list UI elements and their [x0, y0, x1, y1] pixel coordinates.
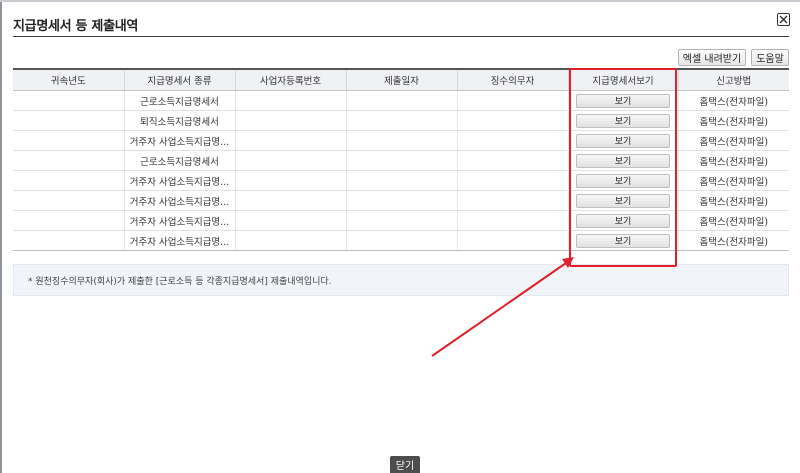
- cell-payer: [456, 130, 568, 151]
- column-header-type: 지급명세서 종류: [123, 68, 235, 91]
- cell-type: 근로소득지급명세서: [123, 90, 235, 111]
- cell-view: 보기: [567, 110, 678, 131]
- cell-view: 보기: [567, 150, 678, 171]
- cell-method: 홈택스(전자파일): [677, 110, 789, 131]
- cell-year: [13, 150, 124, 171]
- window-frame-left: [0, 0, 2, 473]
- close-x-glyph: [779, 15, 788, 24]
- table-row: 퇴직소득지급명세서 보기 홈택스(전자파일): [13, 110, 789, 131]
- cell-method: 홈택스(전자파일): [677, 130, 789, 151]
- view-button[interactable]: 보기: [576, 193, 670, 208]
- submission-table: 귀속년도 지급명세서 종류 사업자등록번호 제출일자 징수의무자 지급명세서보기…: [13, 68, 789, 251]
- view-button[interactable]: 보기: [576, 213, 670, 228]
- notice-text: * 원천징수의무자(회사)가 제출한 [근로소득 등 각종지급명세서] 제출내역…: [28, 276, 332, 287]
- cell-date: [345, 110, 457, 131]
- cell-date: [345, 190, 457, 211]
- dialog-title: 지급명세서 등 제출내역: [13, 19, 139, 34]
- cell-view: 보기: [567, 170, 678, 191]
- cell-payer: [456, 230, 568, 251]
- cell-bizno: [234, 130, 346, 151]
- view-button[interactable]: 보기: [576, 93, 670, 108]
- column-header-bizno: 사업자등록번호: [234, 68, 346, 91]
- column-header-year: 귀속년도: [13, 68, 124, 91]
- cell-payer: [456, 150, 568, 171]
- cell-bizno: [234, 150, 346, 171]
- table-row: 근로소득지급명세서 보기 홈택스(전자파일): [13, 90, 789, 111]
- close-button[interactable]: 닫기: [390, 456, 420, 473]
- table-row: 근로소득지급명세서 보기 홈택스(전자파일): [13, 150, 789, 171]
- cell-view: 보기: [567, 90, 678, 111]
- cell-type: 근로소득지급명세서: [123, 150, 235, 171]
- cell-view: 보기: [567, 210, 678, 231]
- view-button[interactable]: 보기: [576, 113, 670, 128]
- excel-download-button[interactable]: 엑셀 내려받기: [678, 49, 746, 66]
- table-row: 거주자 사업소득지급명... 보기 홈택스(전자파일): [13, 230, 789, 251]
- cell-method: 홈택스(전자파일): [677, 90, 789, 111]
- cell-bizno: [234, 90, 346, 111]
- cell-method: 홈택스(전자파일): [677, 150, 789, 171]
- cell-bizno: [234, 230, 346, 251]
- column-header-view: 지급명세서보기: [567, 68, 678, 91]
- title-divider: [13, 36, 789, 37]
- view-button[interactable]: 보기: [576, 153, 670, 168]
- cell-view: 보기: [567, 190, 678, 211]
- cell-method: 홈택스(전자파일): [677, 230, 789, 251]
- cell-payer: [456, 210, 568, 231]
- cell-date: [345, 170, 457, 191]
- view-button[interactable]: 보기: [576, 133, 670, 148]
- cell-year: [13, 190, 124, 211]
- cell-view: 보기: [567, 230, 678, 251]
- cell-method: 홈택스(전자파일): [677, 210, 789, 231]
- view-button[interactable]: 보기: [576, 173, 670, 188]
- cell-date: [345, 130, 457, 151]
- table-header-row: 귀속년도 지급명세서 종류 사업자등록번호 제출일자 징수의무자 지급명세서보기…: [13, 68, 789, 91]
- table-row: 거주자 사업소득지급명... 보기 홈택스(전자파일): [13, 130, 789, 151]
- close-icon[interactable]: [777, 13, 790, 26]
- cell-type: 거주자 사업소득지급명...: [123, 190, 235, 211]
- cell-type: 퇴직소득지급명세서: [123, 110, 235, 131]
- table-row: 거주자 사업소득지급명... 보기 홈택스(전자파일): [13, 190, 789, 211]
- cell-date: [345, 230, 457, 251]
- cell-bizno: [234, 190, 346, 211]
- cell-year: [13, 130, 124, 151]
- cell-year: [13, 210, 124, 231]
- cell-date: [345, 210, 457, 231]
- table-row: 거주자 사업소득지급명... 보기 홈택스(전자파일): [13, 170, 789, 191]
- cell-payer: [456, 190, 568, 211]
- cell-type: 거주자 사업소득지급명...: [123, 130, 235, 151]
- cell-bizno: [234, 110, 346, 131]
- help-button[interactable]: 도움말: [751, 49, 789, 66]
- cell-year: [13, 170, 124, 191]
- notice-box: * 원천징수의무자(회사)가 제출한 [근로소득 등 각종지급명세서] 제출내역…: [13, 264, 789, 296]
- cell-payer: [456, 170, 568, 191]
- cell-year: [13, 110, 124, 131]
- column-header-payer: 징수의무자: [456, 68, 568, 91]
- cell-payer: [456, 90, 568, 111]
- window-frame-top: [0, 0, 800, 2]
- view-button[interactable]: 보기: [576, 233, 670, 248]
- cell-type: 거주자 사업소득지급명...: [123, 230, 235, 251]
- table-row: 거주자 사업소득지급명... 보기 홈택스(전자파일): [13, 210, 789, 231]
- cell-method: 홈택스(전자파일): [677, 170, 789, 191]
- cell-year: [13, 230, 124, 251]
- column-header-date: 제출일자: [345, 68, 457, 91]
- column-header-method: 신고방법: [677, 68, 789, 91]
- cell-bizno: [234, 210, 346, 231]
- cell-date: [345, 90, 457, 111]
- cell-payer: [456, 110, 568, 131]
- cell-method: 홈택스(전자파일): [677, 190, 789, 211]
- cell-view: 보기: [567, 130, 678, 151]
- cell-year: [13, 90, 124, 111]
- cell-date: [345, 150, 457, 171]
- cell-type: 거주자 사업소득지급명...: [123, 210, 235, 231]
- cell-type: 거주자 사업소득지급명...: [123, 170, 235, 191]
- cell-bizno: [234, 170, 346, 191]
